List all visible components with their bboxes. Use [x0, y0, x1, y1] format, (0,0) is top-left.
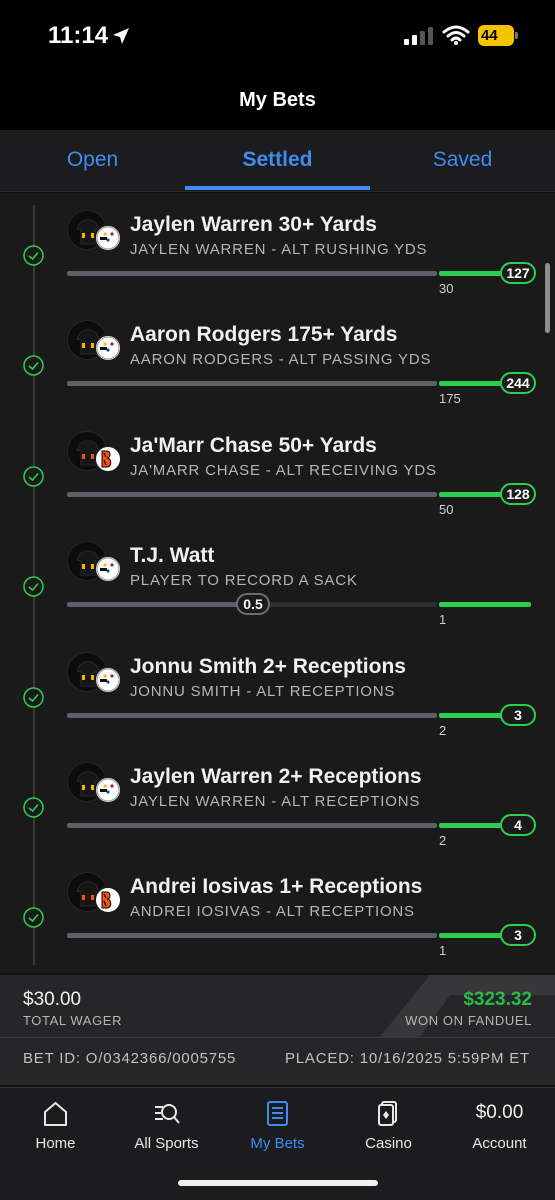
team-logo-icon: [94, 776, 122, 804]
cards-icon: [378, 1101, 397, 1126]
sports-search-icon: [155, 1104, 180, 1124]
team-logo-icon: [94, 666, 122, 694]
home-indicator[interactable]: [178, 1180, 378, 1186]
bet-slip-icon: [267, 1101, 288, 1126]
result-pill: 4: [500, 814, 536, 836]
leg-market: PLAYER TO RECORD A SACK: [130, 572, 358, 589]
leg-title: Aaron Rodgers 175+ Yards: [130, 323, 398, 346]
leg-title: Jaylen Warren 30+ Yards: [130, 213, 377, 236]
check-circle-icon: [23, 245, 44, 266]
team-logo-icon: [94, 224, 122, 252]
page-header: My Bets: [0, 72, 555, 130]
nav-account-label: Account: [472, 1135, 527, 1152]
status-bar: 11:14 44: [0, 0, 555, 72]
leg-market: JONNU SMITH - ALT RECEPTIONS: [130, 683, 396, 700]
bet-leg[interactable]: Andrei Iosivas 1+ Receptions ANDREI IOSIV…: [0, 863, 555, 973]
leg-market: AARON RODGERS - ALT PASSING YDS: [130, 351, 432, 368]
battery-level: 44: [478, 25, 514, 46]
wifi-icon: [442, 25, 470, 45]
bet-id: BET ID: O/0342366/0005755: [23, 1050, 237, 1067]
leg-title: T.J. Watt: [130, 544, 215, 567]
bet-leg[interactable]: Ja'Marr Chase 50+ Yards JA'MARR CHASE - A…: [0, 422, 555, 532]
result-pill: 127: [500, 262, 536, 284]
leg-market: JA'MARR CHASE - ALT RECEIVING YDS: [130, 462, 437, 479]
tab-open[interactable]: Open: [0, 130, 185, 192]
nav-home-label: Home: [35, 1135, 76, 1152]
nav-home[interactable]: Home: [0, 1088, 111, 1168]
check-circle-icon: [23, 797, 44, 818]
total-wager-amount: $30.00: [23, 989, 82, 1010]
active-tab-indicator: [185, 186, 370, 190]
result-pill: 3: [500, 924, 536, 946]
result-pill: 244: [500, 372, 536, 394]
tab-saved[interactable]: Saved: [370, 130, 555, 192]
nav-casino-label: Casino: [365, 1135, 412, 1152]
leg-target: 2: [439, 723, 447, 738]
leg-market: ANDREI IOSIVAS - ALT RECEPTIONS: [130, 903, 415, 920]
result-pill: 0.5: [236, 593, 270, 615]
leg-target: 50: [439, 502, 454, 517]
team-logo-icon: [94, 555, 122, 583]
check-circle-icon: [23, 576, 44, 597]
team-logo-icon: [94, 445, 122, 473]
bet-leg[interactable]: Jonnu Smith 2+ Receptions JONNU SMITH - A…: [0, 643, 555, 753]
home-icon: [44, 1102, 67, 1126]
leg-target: 1: [439, 612, 447, 627]
leg-market: JAYLEN WARREN - ALT RUSHING YDS: [130, 241, 428, 258]
bet-leg[interactable]: Aaron Rodgers 175+ Yards AARON RODGERS - …: [0, 311, 555, 421]
won-amount: $323.32: [463, 989, 532, 1010]
won-label: WON ON FANDUEL: [405, 1013, 532, 1028]
leg-market: JAYLEN WARREN - ALT RECEPTIONS: [130, 793, 421, 810]
leg-target: 175: [439, 391, 461, 406]
nav-all-sports-label: All Sports: [134, 1135, 199, 1152]
leg-title: Jonnu Smith 2+ Receptions: [130, 655, 406, 678]
progress-fill: [67, 713, 437, 718]
leg-target: 1: [439, 943, 447, 958]
progress-fill: [67, 823, 437, 828]
progress-fill: [67, 933, 437, 938]
leg-target: 2: [439, 833, 447, 848]
account-balance: $0.00: [475, 1102, 524, 1123]
leg-target: 30: [439, 281, 454, 296]
placed-timestamp: PLACED: 10/16/2025 5:59PM ET: [284, 1050, 530, 1067]
nav-casino[interactable]: Casino: [333, 1088, 444, 1168]
nav-account[interactable]: $0.00 Account: [444, 1088, 555, 1168]
progress-fill: [67, 271, 437, 276]
result-pill: 128: [500, 483, 536, 505]
bet-legs-list[interactable]: Jaylen Warren 30+ Yards JAYLEN WARREN - A…: [0, 193, 555, 973]
bet-leg[interactable]: Jaylen Warren 2+ Receptions JAYLEN WARREN…: [0, 753, 555, 863]
tab-settled[interactable]: Settled: [185, 130, 370, 192]
status-time: 11:14: [48, 22, 109, 49]
team-logo-icon: [94, 334, 122, 362]
bet-leg[interactable]: Jaylen Warren 30+ Yards JAYLEN WARREN - A…: [0, 201, 555, 311]
battery-indicator: 44: [478, 25, 518, 46]
check-circle-icon: [23, 907, 44, 928]
nav-my-bets[interactable]: My Bets: [222, 1088, 333, 1168]
progress-fill: [67, 381, 437, 386]
check-circle-icon: [23, 687, 44, 708]
bet-leg[interactable]: T.J. Watt PLAYER TO RECORD A SACK 0.5 1: [0, 532, 555, 642]
cellular-signal-icon: [404, 27, 433, 45]
total-wager-label: TOTAL WAGER: [23, 1013, 123, 1028]
nav-all-sports[interactable]: All Sports: [111, 1088, 222, 1168]
nav-my-bets-label: My Bets: [250, 1135, 305, 1152]
check-circle-icon: [23, 466, 44, 487]
summary-divider: [0, 1037, 555, 1038]
progress-fill: [67, 492, 437, 497]
team-logo-icon: [94, 886, 122, 914]
leg-title: Ja'Marr Chase 50+ Yards: [130, 434, 377, 457]
location-arrow-icon: [113, 28, 129, 44]
result-pill: 3: [500, 704, 536, 726]
target-segment: [439, 602, 531, 607]
leg-title: Andrei Iosivas 1+ Receptions: [130, 875, 423, 898]
progress-fill: [67, 602, 253, 607]
page-title: My Bets: [239, 89, 316, 111]
bet-summary: $30.00 TOTAL WAGER $323.32 WON ON FANDUE…: [0, 975, 555, 1085]
bet-tabs: Open Settled Saved: [0, 130, 555, 192]
leg-title: Jaylen Warren 2+ Receptions: [130, 765, 422, 788]
check-circle-icon: [23, 355, 44, 376]
